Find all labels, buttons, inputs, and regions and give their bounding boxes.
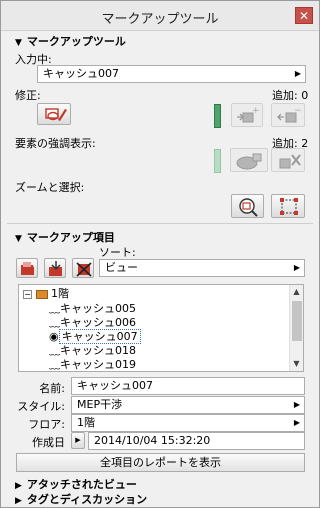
eye-closed-icon[interactable]: ﹏ (49, 358, 60, 371)
collapsed-triangle-icon: ▶ (15, 496, 22, 506)
eye-closed-icon[interactable]: ﹏ (49, 344, 60, 357)
modify-status-bar (214, 104, 221, 128)
emphasis-label: 要素の強調表示: (15, 137, 96, 150)
play-icon: ▶ (75, 436, 81, 444)
floor-dropdown[interactable]: 1階 ▶ (71, 414, 305, 432)
tree-scrollbar[interactable]: ▲ ▼ (289, 285, 303, 371)
expand-triangle-icon: ▼ (15, 234, 22, 244)
select-icon (280, 198, 298, 215)
tags-discussion-header-label: タグとディスカッション (26, 493, 148, 506)
collapse-icon[interactable]: − (23, 289, 32, 299)
expand-triangle-icon: ▼ (15, 38, 22, 48)
tree-item[interactable]: ﹏キャッシュ005 (49, 302, 136, 316)
added-count-label: 追加: 0 (272, 89, 309, 102)
markup-tool-header-label: マークアップツール (26, 35, 126, 48)
dropdown-arrow-icon: ▶ (293, 418, 300, 427)
dropdown-arrow-icon: ▶ (293, 263, 300, 272)
collapsed-triangle-icon: ▶ (15, 481, 22, 491)
zoom-icon (239, 198, 258, 217)
svg-text:−: − (294, 106, 302, 116)
new-markup-icon: + (21, 260, 37, 275)
emphasis-add-icon (236, 153, 262, 170)
tree-item[interactable]: ﹏キャッシュ006 (49, 316, 136, 330)
section-divider (7, 223, 313, 224)
import-markup-icon (49, 261, 62, 276)
eye-closed-icon[interactable]: ﹏ (49, 316, 60, 329)
name-field[interactable]: キャッシュ007 (71, 377, 305, 395)
emphasis-status-bar (214, 149, 221, 173)
created-expand-button[interactable]: ▶ (71, 432, 85, 449)
style-label: スタイル: (17, 400, 65, 413)
svg-text:+: + (30, 260, 37, 269)
created-field: 2014/10/04 15:32:20 (88, 432, 305, 450)
markup-tool-section-header[interactable]: ▼ マークアップツール (15, 33, 126, 49)
new-markup-button[interactable]: + (16, 258, 38, 278)
dropdown-arrow-icon: ▶ (294, 69, 301, 78)
select-button[interactable] (271, 194, 305, 218)
edit-markup-button[interactable] (37, 103, 71, 125)
input-dropdown[interactable]: キャッシュ007 ▶ (37, 65, 306, 83)
sort-label: ソート: (99, 246, 136, 259)
emphasis-add-button[interactable] (230, 148, 268, 172)
scroll-down-icon[interactable]: ▼ (290, 357, 303, 371)
add-element-icon: + (237, 106, 260, 123)
markup-items-section-header[interactable]: ▼ マークアップ項目 (15, 229, 115, 245)
folder-icon (35, 289, 48, 299)
emphasis-remove-button[interactable] (271, 148, 305, 172)
eye-closed-icon[interactable]: ﹏ (49, 302, 60, 315)
markup-tool-window: マークアップツール ✕ ▼ マークアップツール 入力中: キャッシュ007 ▶ 修… (0, 0, 320, 508)
show-report-button[interactable]: 全項目のレポートを表示 (16, 453, 305, 472)
attached-views-section-header[interactable]: ▶ アタッチされたビュー (15, 476, 137, 492)
sort-dropdown[interactable]: ビュー ▶ (99, 259, 305, 277)
zoom-select-label: ズームと選択: (15, 181, 85, 194)
dropdown-arrow-icon: ▶ (293, 400, 300, 409)
emphasis-remove-icon (279, 154, 301, 169)
tree-item[interactable]: ﹏キャッシュ018 (49, 344, 136, 358)
tree-item-selected[interactable]: ◉ キャッシュ007 (49, 329, 141, 344)
input-dropdown-value: キャッシュ007 (43, 67, 119, 80)
delete-markup-button[interactable] (72, 258, 94, 278)
tags-discussion-section-header[interactable]: ▶ タグとディスカッション (15, 491, 147, 507)
zoom-button[interactable] (231, 194, 264, 218)
floor-dropdown-value: 1階 (77, 416, 95, 429)
attached-views-header-label: アタッチされたビュー (26, 478, 137, 491)
remove-element-button[interactable]: − (271, 103, 305, 127)
modify-label: 修正: (15, 89, 41, 102)
svg-text:+: + (252, 106, 260, 116)
sort-dropdown-value: ビュー (105, 261, 138, 274)
edit-markup-icon (45, 108, 67, 121)
close-button[interactable]: ✕ (295, 7, 313, 24)
import-markup-button[interactable] (44, 258, 66, 278)
window-title: マークアップツール (101, 12, 219, 27)
remove-element-icon: − (277, 106, 302, 123)
add-element-button[interactable]: + (231, 103, 263, 127)
eye-open-icon[interactable]: ◉ (49, 330, 59, 343)
style-dropdown[interactable]: MEP干渉 ▶ (71, 396, 305, 414)
scroll-up-icon[interactable]: ▲ (290, 285, 303, 299)
name-label: 名前: (39, 382, 65, 395)
tree-root-node[interactable]: − 1階 (23, 287, 69, 301)
tree-root-label: 1階 (51, 287, 69, 300)
delete-markup-icon (76, 262, 92, 277)
scroll-thumb[interactable] (292, 301, 302, 341)
tree-item[interactable]: ﹏キャッシュ019 (49, 358, 136, 371)
markup-tree[interactable]: − 1階 ﹏キャッシュ005 ﹏キャッシュ006 ◉ キャッシュ007 ﹏キャッシ… (18, 284, 304, 372)
style-dropdown-value: MEP干渉 (77, 398, 123, 411)
title-bar: マークアップツール ✕ (1, 1, 319, 31)
markup-items-header-label: マークアップ項目 (26, 231, 115, 244)
created-label: 作成日 (32, 436, 65, 449)
floor-label: フロア: (28, 418, 65, 431)
